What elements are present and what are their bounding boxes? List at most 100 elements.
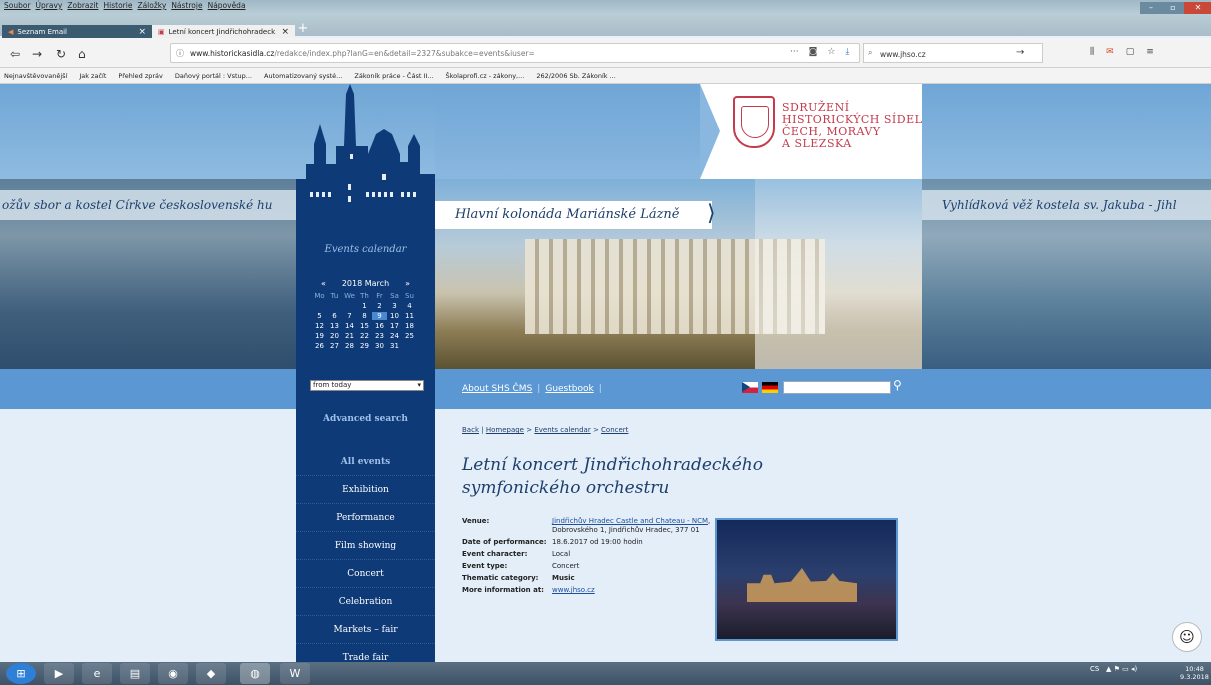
venue-link[interactable]: Jindřichův Hradec Castle and Chateau - N… bbox=[552, 517, 708, 525]
category-markets-fair[interactable]: Markets – fair bbox=[296, 616, 435, 644]
tab-event-page[interactable]: ▣ Letní koncert Jindřichohradeck × bbox=[152, 25, 295, 38]
category-concert[interactable]: Concert bbox=[296, 560, 435, 588]
ie-icon[interactable]: e bbox=[82, 663, 112, 684]
page-actions-icon[interactable]: ··· bbox=[790, 47, 799, 57]
search-go-icon[interactable]: → bbox=[1016, 47, 1024, 58]
calendar-day[interactable]: 12 bbox=[312, 322, 327, 330]
calendar-filter-select[interactable]: from today bbox=[310, 380, 424, 391]
calendar-day[interactable]: 30 bbox=[372, 342, 387, 350]
category-all-events[interactable]: All events bbox=[296, 448, 435, 476]
bookmark-item[interactable]: Školaprofi.cz - zákony,... bbox=[445, 72, 524, 80]
homepage-link[interactable]: Homepage bbox=[486, 426, 524, 434]
back-link[interactable]: Back bbox=[462, 426, 479, 434]
calendar-day[interactable]: 6 bbox=[327, 312, 342, 320]
minimize-button[interactable]: – bbox=[1140, 2, 1162, 14]
czech-flag-icon[interactable] bbox=[742, 382, 758, 393]
email-notifier-icon[interactable]: ✉ bbox=[1106, 47, 1114, 57]
calendar-day[interactable]: 28 bbox=[342, 342, 357, 350]
menu-tools[interactable]: Nástroje bbox=[171, 1, 202, 11]
app-icon[interactable]: ◆ bbox=[196, 663, 226, 684]
start-button[interactable]: ⊞ bbox=[6, 663, 36, 684]
close-window-button[interactable]: ✕ bbox=[1184, 2, 1211, 14]
bookmark-item[interactable]: Jak začít bbox=[79, 72, 106, 80]
calendar-day[interactable]: 22 bbox=[357, 332, 372, 340]
firefox-icon[interactable]: ◍ bbox=[240, 663, 270, 684]
search-icon[interactable]: ⚲ bbox=[893, 378, 902, 392]
organization-name[interactable]: SDRUŽENÍ HISTORICKÝCH SÍDEL ČECH, MORAVY… bbox=[782, 102, 922, 150]
site-info-icon[interactable]: ⓘ bbox=[176, 48, 184, 59]
tray-icons[interactable]: ▲ ⚑ ▭ ◂) bbox=[1102, 665, 1137, 673]
library-icon[interactable]: ⫼ bbox=[1090, 47, 1094, 57]
calendar-day[interactable]: 31 bbox=[387, 342, 402, 350]
calendar-day[interactable]: 15 bbox=[357, 322, 372, 330]
category-exhibition[interactable]: Exhibition bbox=[296, 476, 435, 504]
slide-main-caption[interactable]: Hlavní kolonáda Mariánské Lázně bbox=[435, 201, 712, 229]
guestbook-link[interactable]: Guestbook bbox=[545, 384, 593, 394]
calendar-day[interactable]: 17 bbox=[387, 322, 402, 330]
close-tab-icon[interactable]: × bbox=[281, 27, 289, 37]
chrome-icon[interactable]: ◉ bbox=[158, 663, 188, 684]
next-month-button[interactable]: » bbox=[405, 279, 410, 288]
category-film-showing[interactable]: Film showing bbox=[296, 532, 435, 560]
assistant-icon[interactable]: ☺ bbox=[1172, 622, 1202, 652]
calendar-day[interactable]: 27 bbox=[327, 342, 342, 350]
language-indicator[interactable]: CS bbox=[1090, 665, 1099, 673]
calendar-day[interactable]: 14 bbox=[342, 322, 357, 330]
calendar-day[interactable]: 20 bbox=[327, 332, 342, 340]
prev-month-button[interactable]: « bbox=[321, 279, 326, 288]
menu-view[interactable]: Zobrazit bbox=[67, 1, 98, 11]
more-info-link[interactable]: www.jhso.cz bbox=[552, 586, 595, 594]
home-icon[interactable]: ⌂ bbox=[78, 47, 86, 61]
tab-seznam-email[interactable]: ◀ Seznam Email × bbox=[2, 25, 152, 38]
calendar-day[interactable]: 18 bbox=[402, 322, 417, 330]
calendar-day[interactable]: 21 bbox=[342, 332, 357, 340]
about-link[interactable]: About SHS ČMS bbox=[462, 384, 532, 394]
slide-right-caption[interactable]: Vyhlídková věž kostela sv. Jakuba - Jihl bbox=[922, 190, 1211, 220]
calendar-day[interactable]: 13 bbox=[327, 322, 342, 330]
reload-icon[interactable]: ↻ bbox=[56, 47, 66, 61]
german-flag-icon[interactable] bbox=[762, 382, 778, 393]
download-icon[interactable]: ⤓ bbox=[845, 47, 849, 57]
event-photo[interactable] bbox=[715, 518, 898, 641]
calendar-day[interactable]: 26 bbox=[312, 342, 327, 350]
advanced-search-link[interactable]: Advanced search bbox=[296, 409, 435, 424]
bookmark-item[interactable]: Automatizovaný systé... bbox=[264, 72, 342, 80]
back-icon[interactable]: ⇦ bbox=[10, 47, 20, 61]
category-trade-fair[interactable]: Trade fair bbox=[296, 644, 435, 662]
calendar-day[interactable]: 11 bbox=[402, 312, 417, 320]
category-celebration[interactable]: Celebration bbox=[296, 588, 435, 616]
calendar-day[interactable]: 9 bbox=[372, 312, 387, 320]
calendar-day[interactable]: 29 bbox=[357, 342, 372, 350]
events-calendar-link[interactable]: Events calendar bbox=[534, 426, 590, 434]
calendar-day[interactable]: 10 bbox=[387, 312, 402, 320]
maximize-button[interactable]: ▫ bbox=[1162, 2, 1184, 14]
slide-left-caption[interactable]: ožův sbor a kostel Církve československé… bbox=[0, 190, 296, 220]
menu-history[interactable]: Historie bbox=[104, 1, 133, 11]
menu-icon[interactable]: ≡ bbox=[1146, 47, 1154, 57]
calendar-day[interactable]: 23 bbox=[372, 332, 387, 340]
menu-bookmarks[interactable]: Záložky bbox=[137, 1, 166, 11]
calendar-day[interactable]: 8 bbox=[357, 312, 372, 320]
calendar-day[interactable]: 1 bbox=[357, 302, 372, 310]
pocket-icon[interactable]: ◙ bbox=[809, 47, 818, 57]
close-tab-icon[interactable]: × bbox=[138, 27, 146, 37]
calendar-day[interactable]: 24 bbox=[387, 332, 402, 340]
bookmark-item[interactable]: Přehled zpráv bbox=[118, 72, 163, 80]
calendar-day[interactable]: 25 bbox=[402, 332, 417, 340]
media-player-icon[interactable]: ▶ bbox=[44, 663, 74, 684]
bookmark-star-icon[interactable]: ☆ bbox=[827, 47, 835, 57]
calendar-day[interactable]: 3 bbox=[387, 302, 402, 310]
menu-edit[interactable]: Úpravy bbox=[36, 1, 63, 11]
explorer-icon[interactable]: ▤ bbox=[120, 663, 150, 684]
concert-link[interactable]: Concert bbox=[601, 426, 628, 434]
site-search-input[interactable] bbox=[783, 381, 891, 394]
calendar-day[interactable]: 19 bbox=[312, 332, 327, 340]
sidebar-icon[interactable]: ▢ bbox=[1126, 47, 1135, 57]
bookmark-item[interactable]: Daňový portál : Vstup... bbox=[175, 72, 252, 80]
calendar-day[interactable]: 7 bbox=[342, 312, 357, 320]
menu-help[interactable]: Nápověda bbox=[208, 1, 246, 11]
calendar-day[interactable]: 16 bbox=[372, 322, 387, 330]
bookmark-item[interactable]: Nejnavštěvovanější bbox=[4, 72, 67, 80]
word-icon[interactable]: W bbox=[280, 663, 310, 684]
bookmark-item[interactable]: 262/2006 Sb. Zákoník ... bbox=[536, 72, 616, 80]
